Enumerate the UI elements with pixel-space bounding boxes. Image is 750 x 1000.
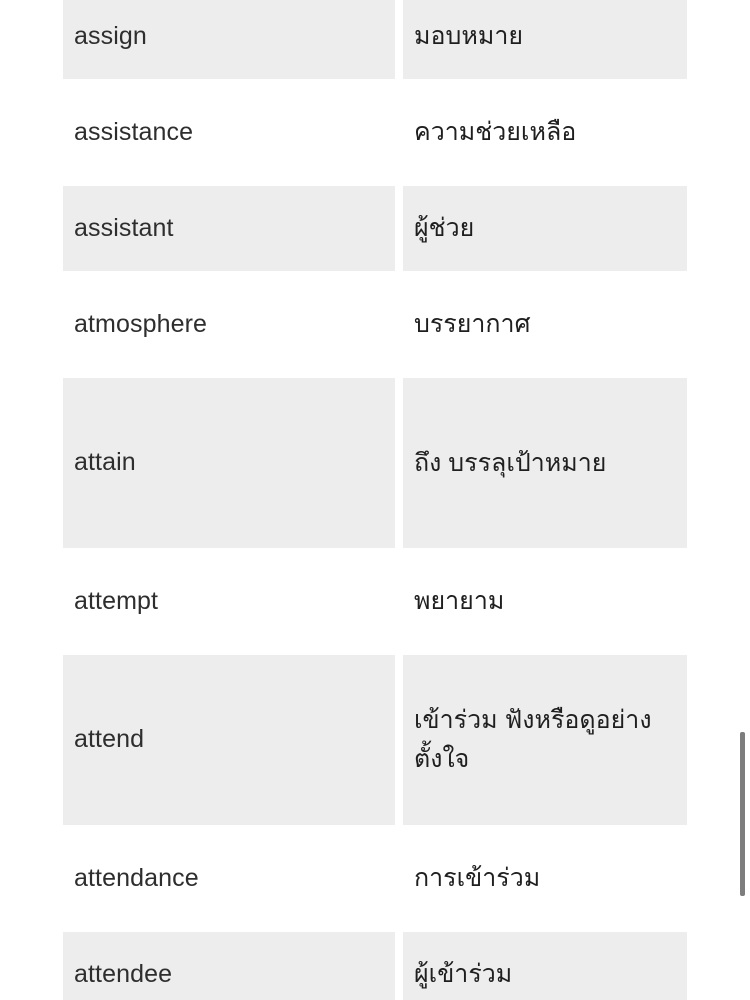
table-row[interactable]: attend เข้าร่วม ฟังหรือดูอย่างตั้งใจ [63,655,687,825]
thai-translation-cell: การเข้าร่วม [403,836,687,921]
english-term: attain [74,448,136,477]
table-row[interactable]: assistance ความช่วยเหลือ [63,90,687,175]
vertical-scrollbar-track[interactable] [740,0,746,1000]
thai-translation-cell: ผู้ช่วย [403,186,687,271]
english-term-cell: attain [63,378,395,548]
english-term: atmosphere [74,309,208,338]
table-row[interactable]: atmosphere บรรยากาศ [63,282,687,367]
thai-translation: ถึง บรรลุเป้าหมาย [414,448,607,477]
thai-translation-cell: ผู้เข้าร่วม [403,932,687,1000]
thai-translation: ผู้ช่วย [414,214,475,243]
thai-translation-cell: ถึง บรรลุเป้าหมาย [403,378,687,548]
english-term-cell: atmosphere [63,282,395,367]
english-term-cell: attendee [63,932,395,1000]
english-term: attendee [74,959,173,988]
thai-translation: ผู้เข้าร่วม [414,960,513,989]
scroll-viewport[interactable]: assign มอบหมาย assistance ความช่วยเหลือ assi… [0,0,750,1000]
english-term-cell: assign [63,0,395,79]
table-row[interactable]: assistant ผู้ช่วย [63,186,687,271]
thai-translation: พยายาม [414,587,505,616]
vertical-scrollbar-thumb[interactable] [740,732,745,896]
thai-translation: การเข้าร่วม [414,864,541,893]
english-term-cell: assistant [63,186,395,271]
thai-translation: ความช่วยเหลือ [414,118,577,147]
table-row[interactable]: attain ถึง บรรลุเป้าหมาย [63,378,687,548]
english-term: assistant [74,213,174,242]
thai-translation-cell: เข้าร่วม ฟังหรือดูอย่างตั้งใจ [403,655,687,825]
thai-translation-cell: มอบหมาย [403,0,687,79]
english-term-cell: assistance [63,90,395,175]
thai-translation-cell: บรรยากาศ [403,282,687,367]
english-term: attempt [74,586,159,615]
table-row[interactable]: assign มอบหมาย [63,0,687,79]
vocabulary-table: assign มอบหมาย assistance ความช่วยเหลือ assi… [63,0,687,1000]
english-term: attend [74,725,145,754]
english-term-cell: attend [63,655,395,825]
table-row[interactable]: attempt พยายาม [63,559,687,644]
thai-translation: บรรยากาศ [414,310,531,339]
thai-translation: มอบหมาย [414,22,524,51]
english-term-cell: attempt [63,559,395,644]
english-term-cell: attendance [63,836,395,921]
table-row[interactable]: attendance การเข้าร่วม [63,836,687,921]
table-row[interactable]: attendee ผู้เข้าร่วม [63,932,687,1000]
thai-translation-cell: พยายาม [403,559,687,644]
thai-translation: เข้าร่วม ฟังหรือดูอย่างตั้งใจ [414,706,652,773]
english-term: attendance [74,863,199,892]
thai-translation-cell: ความช่วยเหลือ [403,90,687,175]
english-term: assistance [74,117,194,146]
english-term: assign [74,21,147,50]
